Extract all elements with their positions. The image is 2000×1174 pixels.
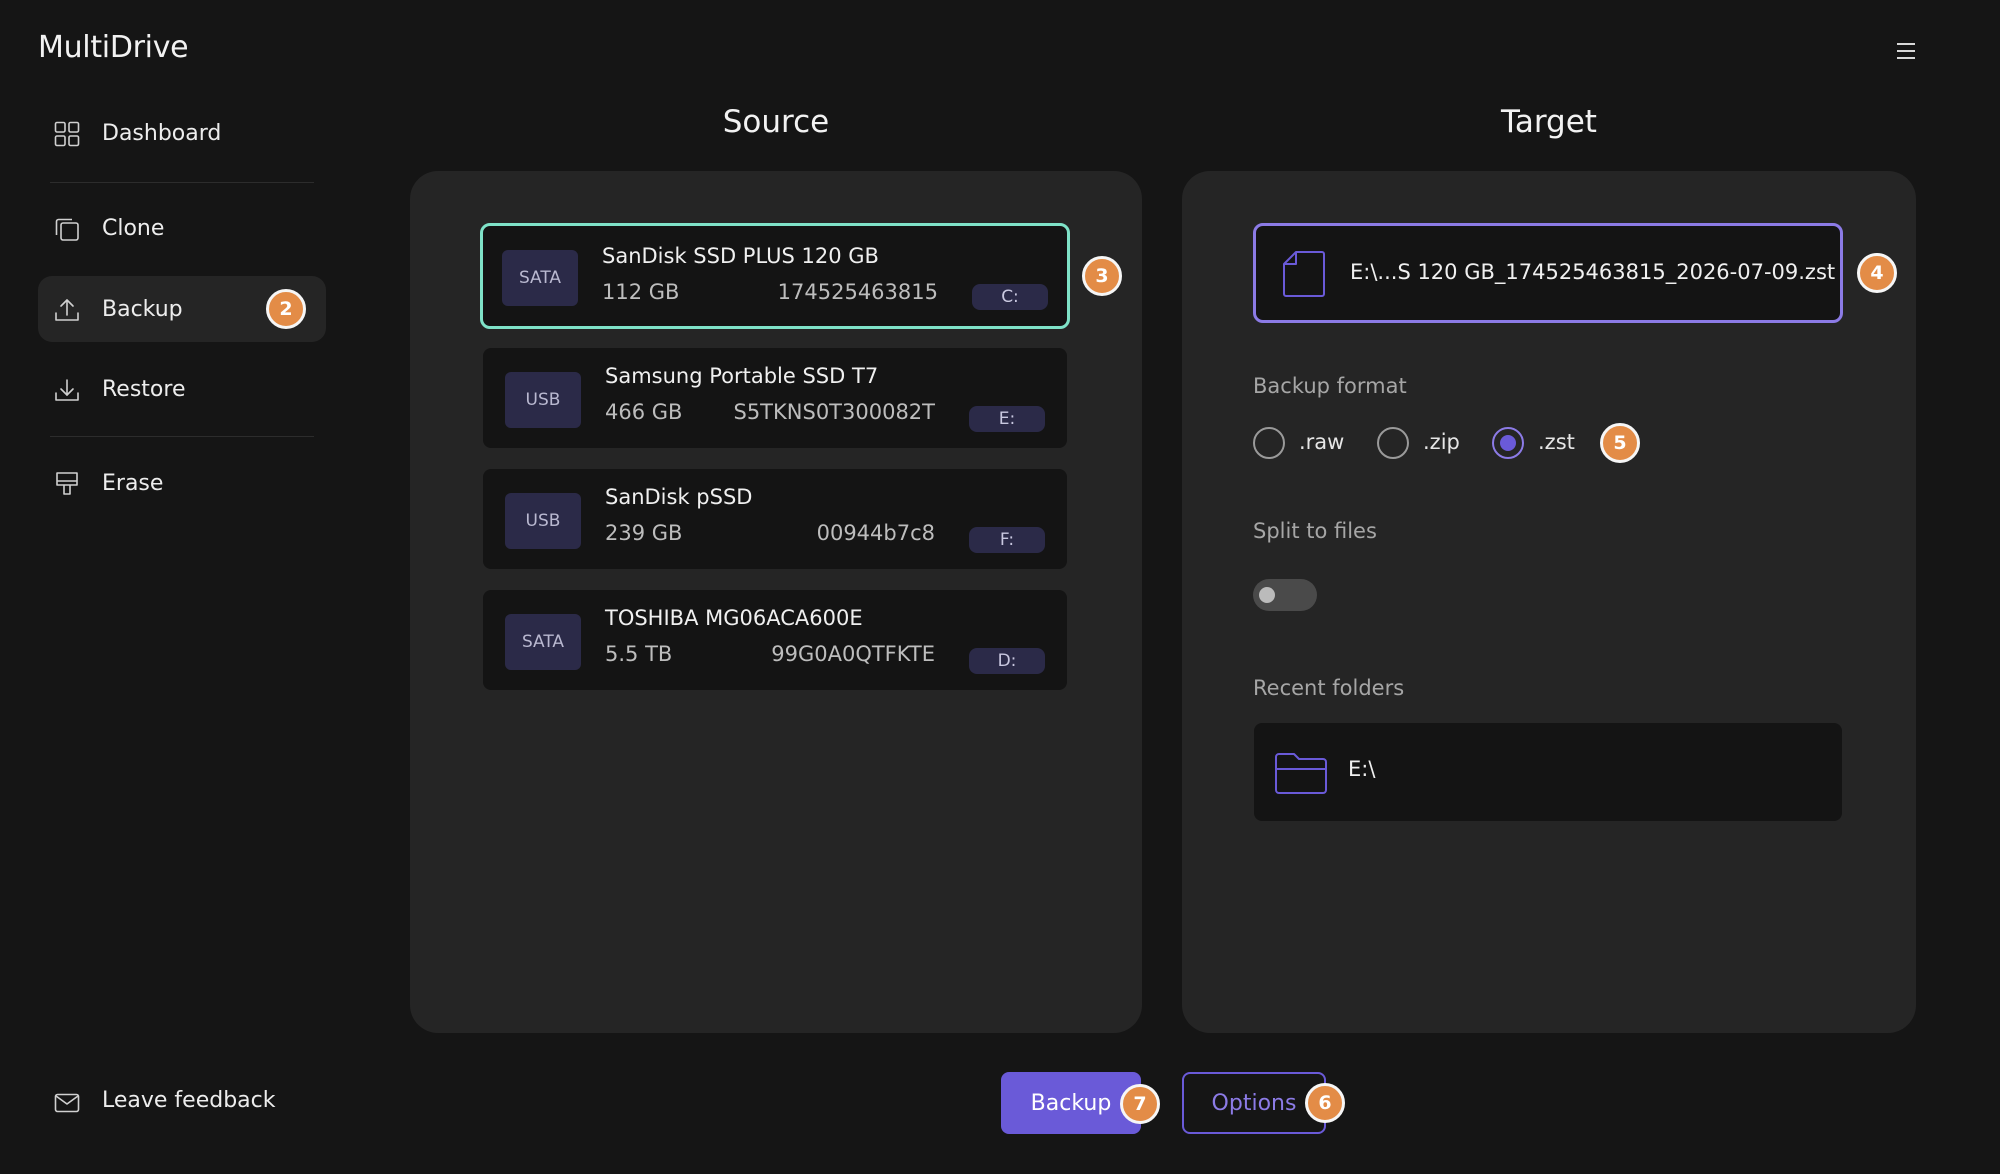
- drive-type-chip: SATA: [502, 250, 578, 306]
- feedback-label: Leave feedback: [102, 1088, 276, 1113]
- sidebar-item-label: Clone: [102, 215, 165, 241]
- split-to-files-toggle[interactable]: [1253, 579, 1317, 611]
- drive-size: 112 GB: [602, 280, 680, 304]
- mail-icon: [54, 1093, 80, 1113]
- drive-serial: S5TKNS0T300082T: [733, 400, 935, 424]
- split-to-files-label: Split to files: [1253, 519, 1377, 543]
- drive-name: SanDisk SSD PLUS 120 GB: [602, 244, 879, 268]
- recent-folders-label: Recent folders: [1253, 676, 1405, 700]
- drive-card[interactable]: USB Samsung Portable SSD T7 466 GB S5TKN…: [483, 348, 1067, 448]
- radio-label: .zst: [1538, 430, 1575, 454]
- step-badge: 7: [1120, 1084, 1160, 1124]
- target-file-picker[interactable]: E:\...S 120 GB_174525463815_2026-07-09.z…: [1253, 223, 1843, 323]
- leave-feedback-button[interactable]: Leave feedback: [38, 1074, 298, 1130]
- source-title: Source: [722, 104, 830, 140]
- sidebar-item-dashboard[interactable]: Dashboard: [38, 100, 326, 166]
- sidebar-divider: [50, 436, 314, 437]
- step-badge: 2: [266, 289, 306, 329]
- drive-letter: D:: [969, 648, 1045, 674]
- drive-type-chip: SATA: [505, 614, 581, 670]
- drive-card[interactable]: SATA SanDisk SSD PLUS 120 GB 112 GB 1745…: [480, 223, 1070, 329]
- drive-card[interactable]: USB SanDisk pSSD 239 GB 00944b7c8 F:: [483, 469, 1067, 569]
- menu-button[interactable]: [1892, 36, 1922, 66]
- step-badge: 4: [1857, 253, 1897, 293]
- sidebar-item-label: Restore: [102, 376, 186, 402]
- backup-format-label: Backup format: [1253, 374, 1407, 398]
- source-panel: SATA SanDisk SSD PLUS 120 GB 112 GB 1745…: [410, 171, 1142, 1033]
- file-icon: [1283, 251, 1325, 297]
- drive-serial: 00944b7c8: [816, 521, 935, 545]
- clone-icon: [55, 218, 79, 241]
- radio-label: .zip: [1423, 430, 1460, 454]
- radio-label: .raw: [1299, 430, 1345, 454]
- target-file-path: E:\...S 120 GB_174525463815_2026-07-09.z…: [1350, 260, 1836, 284]
- target-title: Target: [1501, 104, 1597, 140]
- step-badge: 3: [1082, 256, 1122, 296]
- drive-letter: E:: [969, 406, 1045, 432]
- radio-circle: [1253, 427, 1285, 459]
- drive-size: 239 GB: [605, 521, 683, 545]
- hamburger-icon-line: [1897, 50, 1915, 52]
- step-badge: 5: [1600, 423, 1640, 463]
- hamburger-icon: [1897, 43, 1915, 45]
- sidebar-divider: [50, 182, 314, 183]
- sidebar-item-restore[interactable]: Restore: [38, 356, 326, 422]
- sidebar-item-label: Dashboard: [102, 120, 222, 146]
- drive-size: 5.5 TB: [605, 642, 673, 666]
- drive-size: 466 GB: [605, 400, 683, 424]
- drive-type-chip: USB: [505, 372, 581, 428]
- eraser-icon: [56, 472, 78, 495]
- upload-icon: [55, 299, 79, 321]
- sidebar-item-erase[interactable]: Erase: [38, 450, 326, 516]
- drive-serial: 99G0A0QTFKTE: [771, 642, 935, 666]
- radio-circle: [1377, 427, 1409, 459]
- target-panel: E:\...S 120 GB_174525463815_2026-07-09.z…: [1182, 171, 1916, 1033]
- drive-name: SanDisk pSSD: [605, 485, 753, 509]
- hamburger-icon-line: [1897, 57, 1915, 59]
- recent-folder-path: E:\: [1348, 757, 1376, 781]
- app-title: MultiDrive: [38, 30, 189, 65]
- drive-letter: F:: [969, 527, 1045, 553]
- toggle-knob: [1259, 587, 1275, 603]
- drive-name: TOSHIBA MG06ACA600E: [605, 606, 863, 630]
- recent-folder-item[interactable]: E:\: [1254, 723, 1842, 821]
- drive-type-chip: USB: [505, 493, 581, 549]
- sidebar-item-label: Backup: [102, 296, 183, 322]
- radio-circle: [1492, 427, 1524, 459]
- drive-name: Samsung Portable SSD T7: [605, 364, 879, 388]
- drive-letter: C:: [972, 284, 1048, 310]
- dashboard-icon: [54, 121, 80, 147]
- drive-card[interactable]: SATA TOSHIBA MG06ACA600E 5.5 TB 99G0A0QT…: [483, 590, 1067, 690]
- folder-icon: [1275, 753, 1327, 794]
- drive-serial: 174525463815: [777, 280, 938, 304]
- sidebar-item-clone[interactable]: Clone: [38, 195, 326, 261]
- download-icon: [55, 379, 79, 401]
- sidebar-item-label: Erase: [102, 470, 164, 496]
- step-badge: 6: [1305, 1083, 1345, 1123]
- sidebar-item-backup[interactable]: Backup 2: [38, 276, 326, 342]
